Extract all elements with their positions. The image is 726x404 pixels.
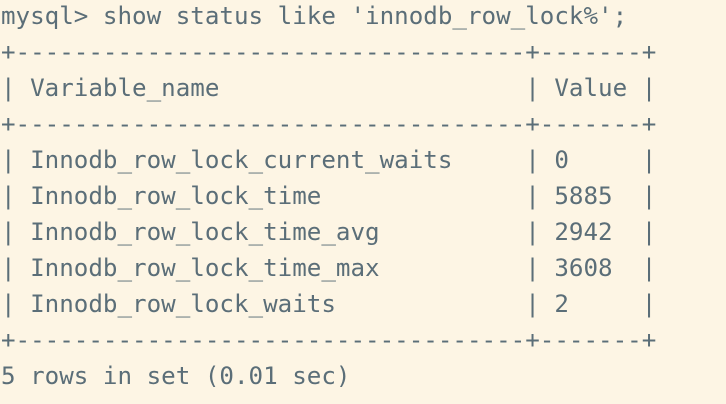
table-border-mid: +-----------------------------------+---… — [1, 110, 657, 138]
terminal-output: mysql> show status like 'innodb_row_lock… — [0, 0, 726, 404]
table-border-top: +-----------------------------------+---… — [1, 38, 657, 66]
table-row: | Innodb_row_lock_current_waits | 0 | — [1, 146, 657, 174]
table-header-row: | Variable_name | Value | — [1, 74, 657, 102]
table-row: | Innodb_row_lock_time | 5885 | — [1, 182, 657, 210]
result-summary: 5 rows in set (0.01 sec) — [1, 362, 351, 390]
table-row: | Innodb_row_lock_waits | 2 | — [1, 290, 657, 318]
table-row: | Innodb_row_lock_time_avg | 2942 | — [1, 218, 657, 246]
table-row: | Innodb_row_lock_time_max | 3608 | — [1, 254, 657, 282]
table-border-bottom: +-----------------------------------+---… — [1, 326, 657, 354]
sql-prompt-line: mysql> show status like 'innodb_row_lock… — [1, 2, 628, 30]
